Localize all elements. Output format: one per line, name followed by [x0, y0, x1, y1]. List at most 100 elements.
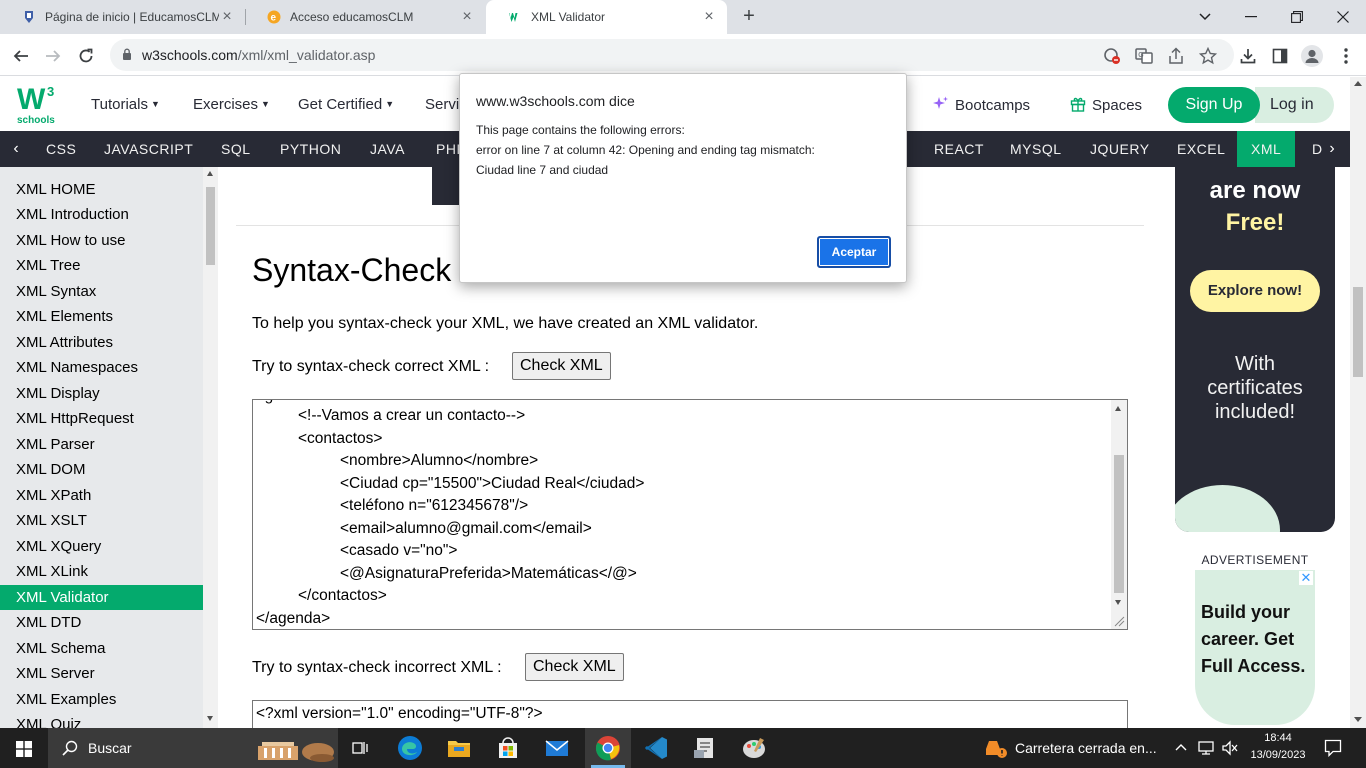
edge-browser-icon[interactable] [396, 734, 424, 762]
tab-search-chevron-icon[interactable] [1182, 0, 1228, 32]
close-icon[interactable]: × [701, 9, 717, 25]
topic-java[interactable]: JAVA [370, 131, 405, 167]
chrome-icon[interactable] [594, 734, 622, 762]
notification-icon[interactable] [1324, 739, 1342, 757]
nav-bootcamps[interactable]: Bootcamps [933, 96, 1030, 114]
sidebar-item-xml-parser[interactable]: XML Parser [0, 432, 203, 457]
minimize-icon[interactable] [1228, 0, 1274, 32]
nav-get-certified[interactable]: Get Certified ▼ [298, 96, 394, 113]
nav-tutorials[interactable]: Tutorials ▼ [91, 96, 160, 113]
restore-icon[interactable] [1274, 0, 1320, 32]
translate-icon[interactable]: G [1135, 47, 1153, 65]
sidebar-item-xml-httprequest[interactable]: XML HttpRequest [0, 406, 203, 431]
tab-educamos-home[interactable]: Página de inicio | EducamosCLM × [0, 0, 245, 34]
build-career-ad[interactable]: ✕ Build your career. Get Full Access. [1195, 570, 1315, 725]
profile-avatar-icon[interactable] [1300, 43, 1324, 67]
sidebar-item-xml-server[interactable]: XML Server [0, 661, 203, 686]
scroll-up-arrow-icon[interactable] [207, 171, 213, 176]
sidebar-item-xml-syntax[interactable]: XML Syntax [0, 279, 203, 304]
topic-xml[interactable]: XML [1237, 131, 1296, 167]
clock-time[interactable]: 18:44 [1249, 732, 1307, 744]
sidebar-scrollbar[interactable] [203, 167, 218, 728]
sidebar-item-xml-dtd[interactable]: XML DTD [0, 610, 203, 635]
forward-arrow-icon[interactable] [41, 43, 65, 67]
new-tab-icon[interactable]: + [737, 5, 761, 29]
page-scrollbar[interactable] [1350, 77, 1366, 728]
taskbar-search-box[interactable]: Buscar [48, 728, 338, 768]
nav-spaces[interactable]: Spaces [1070, 96, 1142, 114]
sidebar-item-xml-tree[interactable]: XML Tree [0, 253, 203, 278]
window-close-icon[interactable] [1320, 0, 1366, 32]
scroll-down-arrow-icon[interactable] [207, 716, 213, 721]
explore-now-button[interactable]: Explore now! [1190, 270, 1320, 312]
check-xml-button-correct[interactable]: Check XML [512, 352, 611, 380]
clock-date[interactable]: 13/09/2023 [1249, 749, 1307, 761]
file-explorer-icon[interactable] [445, 734, 473, 762]
sidebar-item-xml-introduction[interactable]: XML Introduction [0, 202, 203, 227]
reload-icon[interactable] [74, 43, 98, 67]
sidebar-item-xml-home[interactable]: XML HOME [0, 177, 203, 202]
sidebar-item-xml-xlink[interactable]: XML XLink [0, 559, 203, 584]
topic-excel[interactable]: EXCEL [1177, 131, 1225, 167]
topic-sql[interactable]: SQL [221, 131, 251, 167]
scroll-up-arrow-icon[interactable] [1115, 406, 1121, 411]
sidebar-item-xml-namespaces[interactable]: XML Namespaces [0, 355, 203, 380]
mail-icon[interactable] [543, 734, 571, 762]
task-view-button[interactable] [345, 728, 379, 768]
scroll-down-arrow-icon[interactable] [1354, 717, 1362, 722]
login-button[interactable]: Log in [1255, 87, 1334, 123]
scroll-down-arrow-icon[interactable] [1115, 600, 1121, 605]
sidebar-item-xml-dom[interactable]: XML DOM [0, 457, 203, 482]
signup-button[interactable]: Sign Up [1168, 87, 1260, 123]
sidebar-item-xml-xquery[interactable]: XML XQuery [0, 534, 203, 559]
textarea-scrollbar[interactable] [1111, 400, 1127, 629]
microsoft-store-icon[interactable] [494, 734, 522, 762]
bookmark-star-icon[interactable] [1199, 47, 1217, 65]
nav-services[interactable]: Servi [425, 96, 459, 113]
back-arrow-icon[interactable] [9, 43, 33, 67]
download-icon[interactable] [1236, 43, 1260, 67]
sidebar-item-xml-elements[interactable]: XML Elements [0, 304, 203, 329]
traffic-warning-icon[interactable] [984, 737, 1008, 759]
scroll-up-arrow-icon[interactable] [1354, 81, 1362, 86]
vscode-icon[interactable] [642, 734, 670, 762]
network-icon[interactable] [1197, 740, 1215, 756]
chevron-left-icon[interactable]: ‹ [0, 131, 32, 167]
check-xml-button-incorrect[interactable]: Check XML [525, 653, 624, 681]
sidebar-item-xml-quiz[interactable]: XML Quiz [0, 712, 203, 728]
close-icon[interactable]: × [219, 9, 235, 25]
page-scroll-thumb[interactable] [1353, 287, 1363, 377]
share-icon[interactable] [1167, 47, 1185, 65]
chevron-up-icon[interactable] [1175, 742, 1187, 752]
sidebar-scroll-thumb[interactable] [206, 187, 215, 265]
cookie-blocked-icon[interactable] [1103, 47, 1121, 65]
address-bar[interactable]: w3schools.com/xml/xml_validator.asp G [110, 39, 1234, 71]
nav-exercises[interactable]: Exercises ▼ [193, 96, 270, 113]
xml-textarea-incorrect[interactable]: <?xml version="1.0" encoding="UTF-8"?> [252, 700, 1128, 728]
resize-grip-icon[interactable] [1114, 616, 1125, 627]
topic-react[interactable]: REACT [934, 131, 984, 167]
sidebar-item-xml-examples[interactable]: XML Examples [0, 687, 203, 712]
topic-jquery[interactable]: JQUERY [1090, 131, 1150, 167]
sidebar-item-xml-validator[interactable]: XML Validator [0, 585, 203, 610]
volume-muted-icon[interactable] [1221, 740, 1239, 756]
w3schools-logo[interactable]: W 3 schools [17, 82, 61, 126]
sidebar-item-xml-attributes[interactable]: XML Attributes [0, 330, 203, 355]
news-ticker[interactable]: Carretera cerrada en... [1015, 740, 1157, 756]
sidebar-item-xml-xpath[interactable]: XML XPath [0, 483, 203, 508]
tab-xml-validator[interactable]: XML Validator × [486, 0, 727, 34]
topic-python[interactable]: PYTHON [280, 131, 341, 167]
topic-mysql[interactable]: MYSQL [1010, 131, 1062, 167]
textarea-scroll-thumb[interactable] [1114, 455, 1124, 593]
side-panel-icon[interactable] [1268, 43, 1292, 67]
paint-icon[interactable] [740, 734, 768, 762]
sidebar-item-xml-how-to-use[interactable]: XML How to use [0, 228, 203, 253]
xml-editor-icon[interactable] [691, 734, 719, 762]
start-button[interactable] [0, 728, 48, 768]
xml-textarea-correct[interactable]: g <!--Vamos a crear un contacto--> <cont… [252, 399, 1128, 630]
sidebar-item-xml-display[interactable]: XML Display [0, 381, 203, 406]
certificates-ad[interactable]: are now Free! Explore now! With certific… [1175, 167, 1335, 532]
sidebar-item-xml-xslt[interactable]: XML XSLT [0, 508, 203, 533]
topic-css[interactable]: CSS [46, 131, 76, 167]
close-icon[interactable]: × [459, 9, 475, 25]
